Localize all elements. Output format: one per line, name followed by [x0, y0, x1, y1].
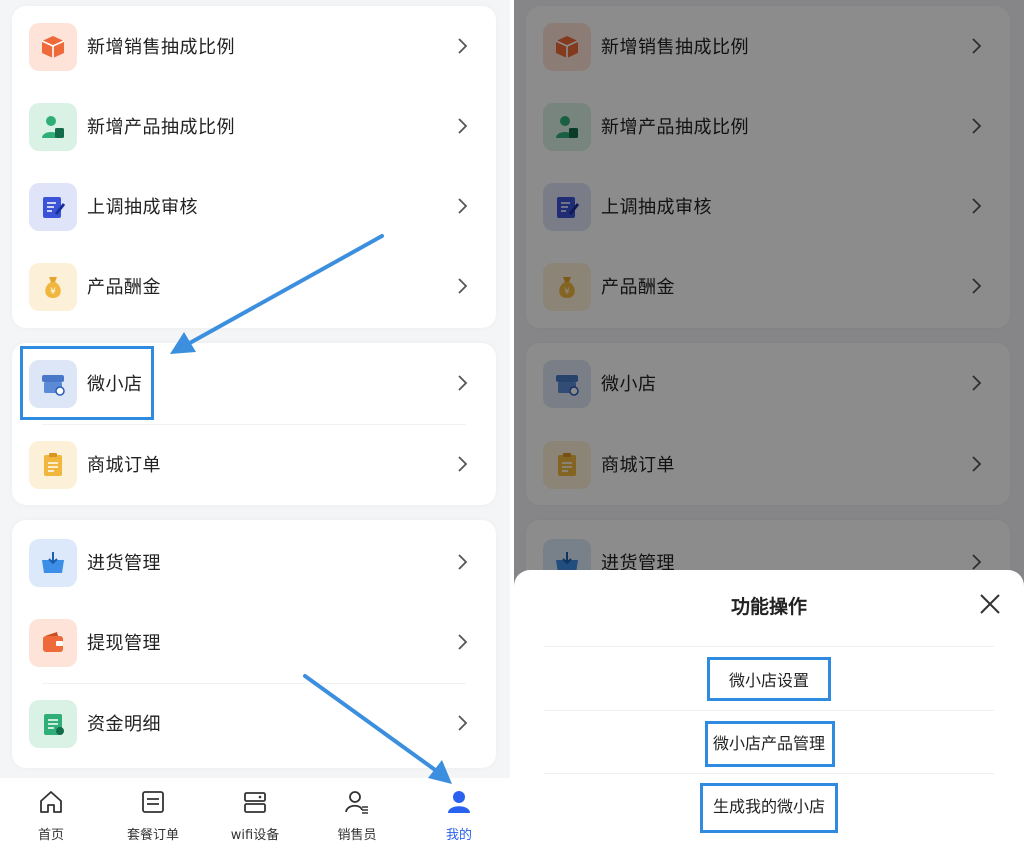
right-screen: 新增销售抽成比例 新增产品抽成比例 上调抽成审核 ¥ 产品酬金 微小店 商城订单… — [514, 0, 1024, 861]
annotation-arrows — [170, 234, 452, 784]
highlight-box — [707, 657, 831, 701]
sheet-divider — [544, 646, 994, 647]
highlight-box — [705, 721, 835, 767]
sheet-title: 功能操作 — [730, 596, 807, 618]
left-screen: 新增销售抽成比例 新增产品抽成比例 上调抽成审核 ¥ 产品酬金 微小店 商城订单… — [0, 0, 510, 861]
highlight-box — [700, 783, 838, 833]
action-sheet: 功能操作 微小店设置 微小店产品管理 生成我的微小店 — [514, 570, 1024, 861]
close-icon[interactable] — [978, 592, 1002, 616]
